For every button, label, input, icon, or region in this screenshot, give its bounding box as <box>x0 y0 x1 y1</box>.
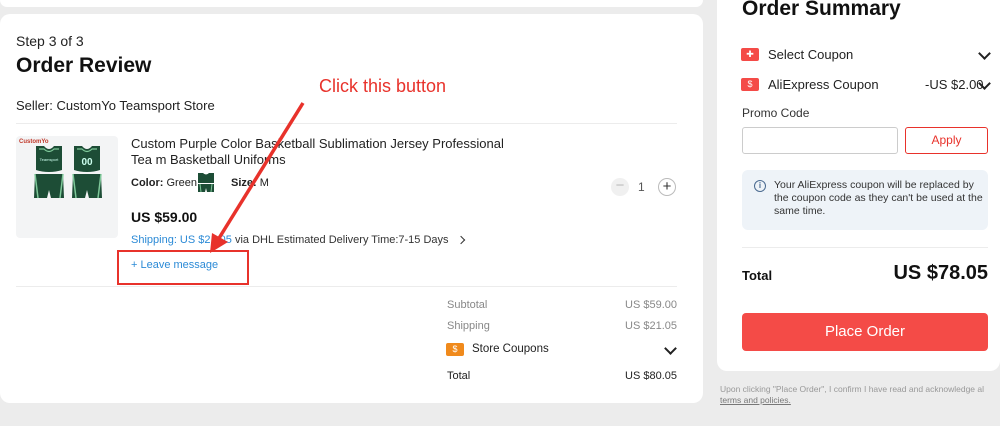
product-thumbnail[interactable]: CustomYo Teamsport 00 <box>16 136 118 238</box>
annotation-text: Click this button <box>319 76 447 96</box>
divider <box>742 247 988 248</box>
disclaimer: Upon clicking "Place Order", I confirm I… <box>720 384 1000 406</box>
seller-name[interactable]: Seller: CustomYo Teamsport Store <box>16 98 215 113</box>
coupon-info-text: Your AliExpress coupon will be replaced … <box>774 179 983 217</box>
store-total-value: US $80.05 <box>625 370 677 382</box>
summary-subtotal: Subtotal US $59.00 <box>447 299 677 311</box>
aliexpress-coupon-label: AliExpress Coupon <box>768 77 879 92</box>
disclaimer-text: Upon clicking "Place Order", I confirm I… <box>720 384 985 394</box>
jersey-team-text: Teamsport <box>40 157 60 162</box>
order-total-label: Total <box>742 268 773 283</box>
coupon-info-box: i Your AliExpress coupon will be replace… <box>742 170 988 230</box>
select-coupon-label: Select Coupon <box>768 47 854 62</box>
coupon-icon: ✚ <box>741 48 759 61</box>
store-coupons-label: Store Coupons <box>472 343 549 355</box>
subtotal-label: Subtotal <box>447 299 488 311</box>
jersey-image: CustomYo Teamsport 00 <box>19 139 102 199</box>
order-summary-title: Order Summary <box>742 0 901 20</box>
apply-button[interactable]: Apply <box>905 127 988 154</box>
aliexpress-coupon-value: -US $2.00 <box>925 77 984 92</box>
order-total-value: US $78.05 <box>893 262 988 284</box>
shipping-label: Shipping <box>447 320 490 332</box>
quantity-increase-button[interactable]: + <box>658 178 676 196</box>
product-title[interactable]: Custom Purple Color Basketball Sublimati… <box>131 136 521 168</box>
thumb-brand: CustomYo <box>19 139 49 145</box>
summary-shipping: Shipping US $21.05 <box>447 320 677 332</box>
subtotal-value: US $59.00 <box>625 299 677 311</box>
annotation-highlight-box <box>117 250 249 285</box>
annotation-arrow <box>210 102 305 253</box>
jersey-number-text: 00 <box>81 157 93 168</box>
chevron-right-icon[interactable] <box>456 235 465 245</box>
terms-link[interactable]: terms and policies. <box>720 395 791 405</box>
color-label: Color: <box>131 177 164 189</box>
info-icon: i <box>754 180 766 192</box>
summary-total: Total US $80.05 <box>447 370 677 382</box>
divider <box>16 123 677 124</box>
product-price: US $59.00 <box>131 209 198 225</box>
promo-code-label: Promo Code <box>742 106 810 120</box>
coupon-icon: $ <box>741 78 759 91</box>
previous-section-panel <box>0 0 703 7</box>
quantity-value[interactable]: 1 <box>638 180 645 194</box>
quantity-decrease-button[interactable]: − <box>611 178 629 196</box>
place-order-button[interactable]: Place Order <box>742 313 988 351</box>
step-indicator: Step 3 of 3 <box>16 33 84 49</box>
color-value: Green <box>166 177 198 189</box>
product-color: Color: Green <box>131 177 197 189</box>
promo-code-input[interactable] <box>742 127 898 154</box>
store-total-label: Total <box>447 370 471 382</box>
coupon-icon: $ <box>446 343 464 356</box>
page-title: Order Review <box>16 54 152 77</box>
shipping-value: US $21.05 <box>625 320 677 332</box>
divider <box>16 286 677 287</box>
